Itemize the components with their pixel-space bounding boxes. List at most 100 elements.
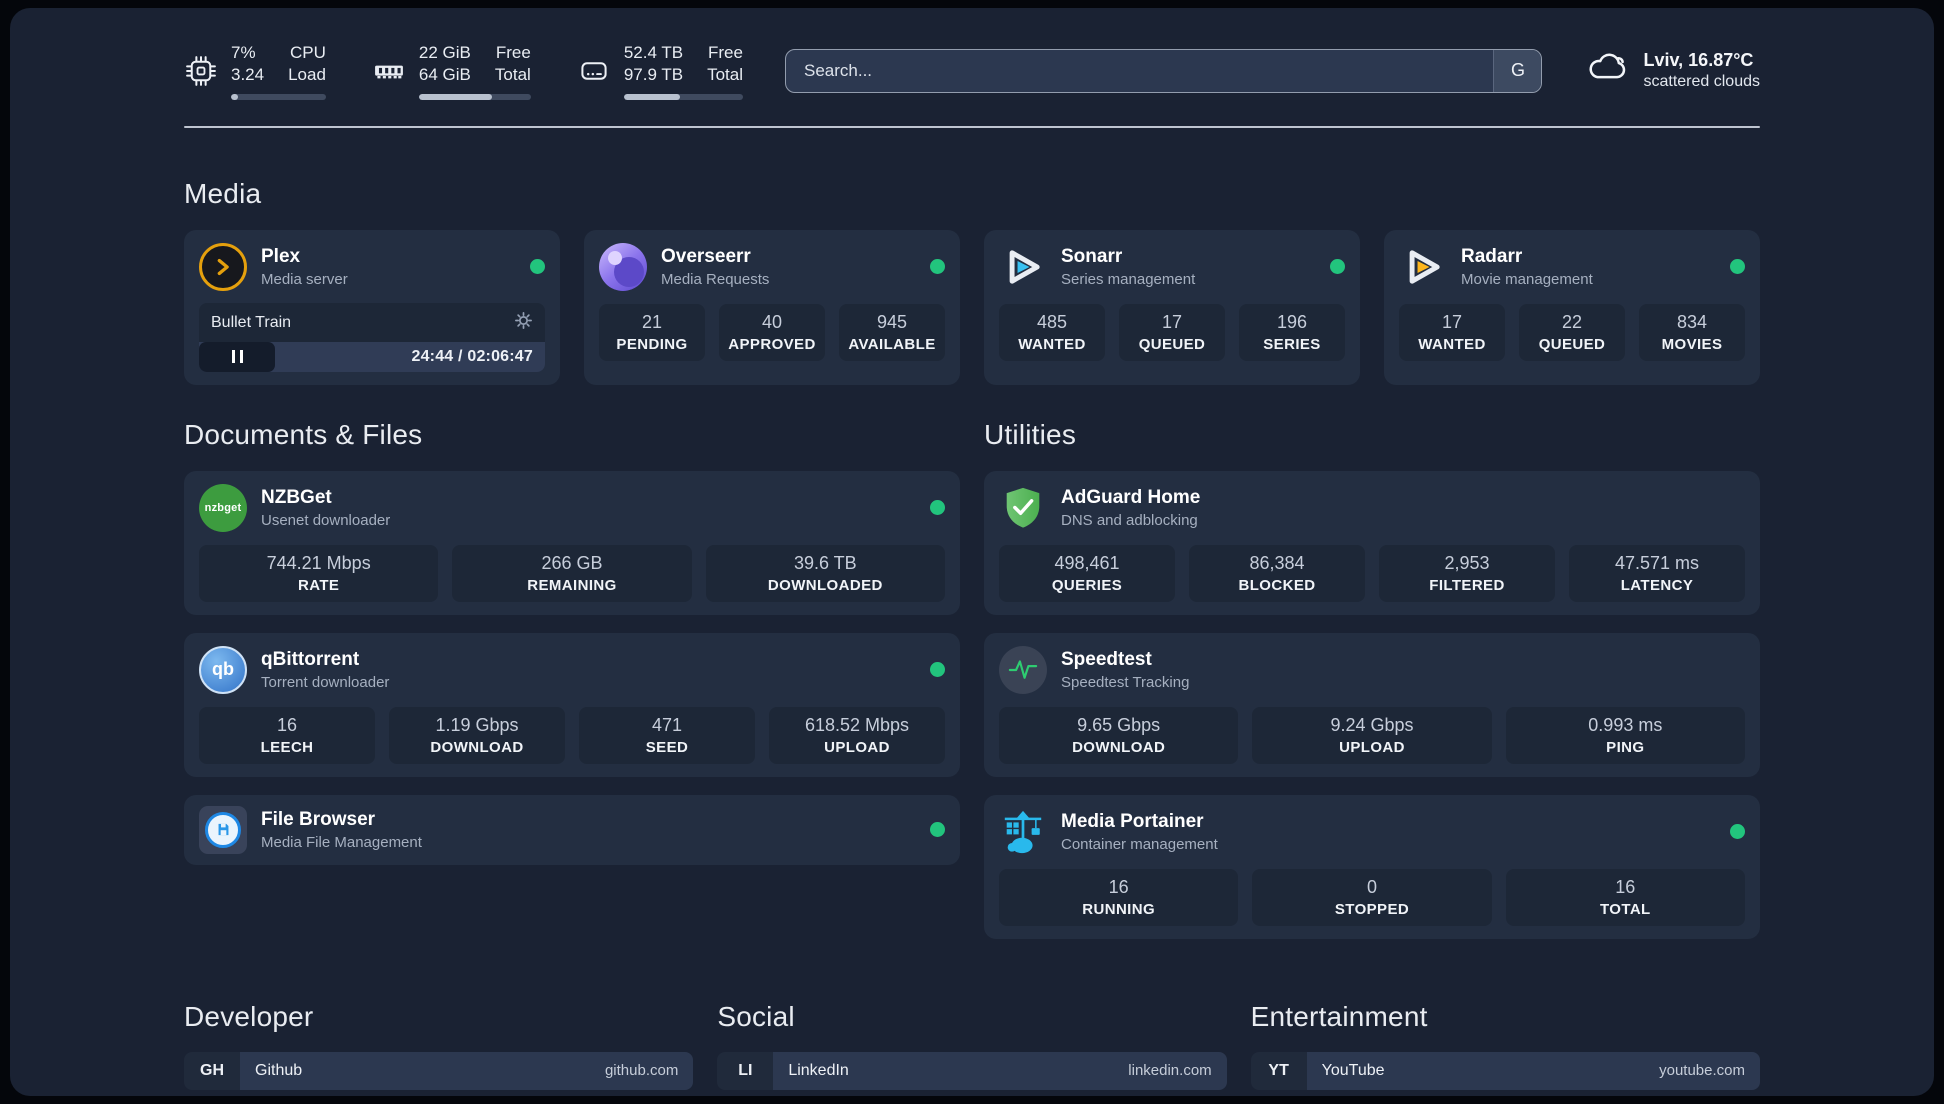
app-card-nzbget[interactable]: nzbget NZBGet Usenet downloader 744.21 M… <box>184 470 960 615</box>
stat-box: 22 QUEUED <box>1519 303 1625 361</box>
stat-label: PING <box>1606 738 1645 756</box>
app-subtitle: Speedtest Tracking <box>1061 673 1190 691</box>
link-tag: LI <box>717 1051 774 1090</box>
app-title: Plex <box>261 245 301 267</box>
cpu-icon <box>184 54 218 88</box>
stat-box: 0.993 ms PING <box>1505 706 1745 764</box>
social-links: LILinkedInlinkedin.comTWTwittertwitter.c… <box>717 1051 1227 1096</box>
stat-value: 22 <box>1561 311 1583 332</box>
social-links-column: Social LILinkedInlinkedin.comTWTwittertw… <box>717 1001 1227 1096</box>
nzbget-icon: nzbget <box>199 483 247 532</box>
header-divider <box>184 125 1760 128</box>
stat-value: 0.993 ms <box>1588 714 1663 735</box>
stat-value: 40 <box>761 311 783 332</box>
app-card-portainer[interactable]: Media Portainer Container management 16 R… <box>984 794 1760 939</box>
ram-free-value: 22 GiB <box>418 43 471 62</box>
stat-row: 744.21 Mbps RATE 266 GB REMAINING 39.6 TB DOW… <box>199 544 945 602</box>
player-settings-icon[interactable] <box>514 311 533 335</box>
disk-free-label: Free <box>708 43 743 62</box>
stat-box: 196 SERIES <box>1239 303 1345 361</box>
stat-label: BLOCKED <box>1238 576 1316 594</box>
ram-total-value: 64 GiB <box>418 65 471 85</box>
stat-label: WANTED <box>1418 335 1486 353</box>
stat-value: 16 <box>276 714 298 735</box>
link-row[interactable]: GH Github github.com <box>184 1051 694 1090</box>
app-title: Sonarr <box>1061 245 1123 267</box>
link-name: YouTube <box>1321 1061 1385 1079</box>
search-bar: G <box>784 48 1543 93</box>
stat-label: PENDING <box>616 335 688 353</box>
disk-total-value: 97.9 TB <box>623 65 684 85</box>
app-subtitle: Usenet downloader <box>261 511 391 529</box>
stat-box: 16 TOTAL <box>1505 868 1745 926</box>
stat-label: SERIES <box>1263 335 1321 353</box>
status-dot <box>930 662 945 678</box>
stat-label: UPLOAD <box>824 738 890 756</box>
app-subtitle: Movie management <box>1461 270 1593 288</box>
plex-icon <box>199 242 247 291</box>
playback-progress-bar[interactable]: 24:44 / 02:06:47 <box>199 341 545 372</box>
link-row[interactable]: YT YouTube youtube.com <box>1250 1051 1760 1090</box>
app-title: qBittorrent <box>261 648 360 670</box>
disk-total-label: Total <box>707 65 743 85</box>
section-title-media: Media <box>184 177 262 209</box>
stat-label: MOVIES <box>1661 335 1723 353</box>
ram-progress <box>418 93 531 100</box>
stat-box: 618.52 Mbps UPLOAD <box>769 706 945 764</box>
stat-label: AVAILABLE <box>848 335 936 353</box>
app-subtitle: Media server <box>261 270 348 288</box>
app-card-speedtest[interactable]: Speedtest Speedtest Tracking 9.65 Gbps DO… <box>984 632 1760 777</box>
pause-icon <box>231 350 243 364</box>
app-card-sonarr[interactable]: Sonarr Series management 485 WANTED 17 QUEU… <box>984 229 1360 385</box>
link-url: linkedin.com <box>1128 1062 1212 1080</box>
cpu-progress <box>231 93 326 100</box>
ram-free-label: Free <box>495 43 531 62</box>
app-card-radarr[interactable]: Radarr Movie management 17 WANTED 22 QUEUED… <box>1384 229 1760 385</box>
stat-box: 498,461 QUERIES <box>999 544 1175 602</box>
cpu-load-value: 3.24 <box>231 65 265 85</box>
stat-box: 17 QUEUED <box>1119 303 1225 361</box>
stat-value: 266 GB <box>541 552 603 573</box>
stat-label: SEED <box>645 738 689 756</box>
stat-label: STOPPED <box>1334 900 1410 918</box>
stat-label: DOWNLOAD <box>430 738 524 756</box>
stat-label: FILTERED <box>1429 576 1505 594</box>
stat-value: 47.571 ms <box>1614 552 1700 573</box>
stat-box: 485 WANTED <box>999 303 1105 361</box>
app-card-plex[interactable]: Plex Media server Bullet Train 24:44 / 0… <box>184 229 560 385</box>
stat-label: QUEUED <box>1138 335 1206 353</box>
app-card-qbittorrent[interactable]: qb qBittorrent Torrent downloader 16 LEEC… <box>184 632 960 777</box>
stat-value: 17 <box>1441 311 1463 332</box>
app-subtitle: Torrent downloader <box>261 673 390 691</box>
ram-icon <box>372 54 406 88</box>
app-card-overseerr[interactable]: Overseerr Media Requests 21 PENDING 40 APPR… <box>584 229 960 385</box>
stat-box: 17 WANTED <box>1399 303 1505 361</box>
stat-value: 39.6 TB <box>793 552 857 573</box>
stat-value: 16 <box>1108 876 1129 897</box>
stat-label: DOWNLOADED <box>767 576 883 594</box>
weather-widget[interactable]: Lviv, 16.87°C scattered clouds <box>1584 45 1760 96</box>
search-input[interactable] <box>785 49 1494 92</box>
system-stats: 7% 3.24 CPU Load 22 GiB 64 GiB Free Tota… <box>184 42 743 100</box>
entertainment-links-column: Entertainment YTYouTubeyoutube.comNFNetf… <box>1250 1001 1760 1096</box>
stat-value: 1.19 Gbps <box>435 714 519 735</box>
stat-value: 744.21 Mbps <box>266 552 371 573</box>
link-tag: YT <box>1250 1051 1307 1090</box>
section-title-documents: Documents & Files <box>184 418 423 450</box>
disk-icon <box>577 54 611 88</box>
ram-total-label: Total <box>494 65 531 85</box>
app-card-filebrowser[interactable]: File Browser Media File Management <box>184 794 960 865</box>
status-dot <box>530 259 545 275</box>
link-row[interactable]: LI LinkedIn linkedin.com <box>717 1051 1227 1090</box>
status-dot <box>930 822 945 838</box>
stat-box: 2,953 FILTERED <box>1379 544 1555 602</box>
app-title: NZBGet <box>261 486 332 508</box>
app-card-adguard[interactable]: AdGuard Home DNS and adblocking 498,461 Q… <box>984 470 1760 615</box>
search-engine-button[interactable]: G <box>1493 49 1542 92</box>
link-url: github.com <box>604 1062 679 1080</box>
overseerr-icon <box>599 242 647 291</box>
stat-box: 834 MOVIES <box>1639 303 1745 361</box>
stat-value: 0 <box>1366 876 1377 897</box>
dashboard-page: 7% 3.24 CPU Load 22 GiB 64 GiB Free Tota… <box>10 8 1934 1096</box>
weather-location-temp: Lviv, 16.87°C <box>1643 50 1754 71</box>
